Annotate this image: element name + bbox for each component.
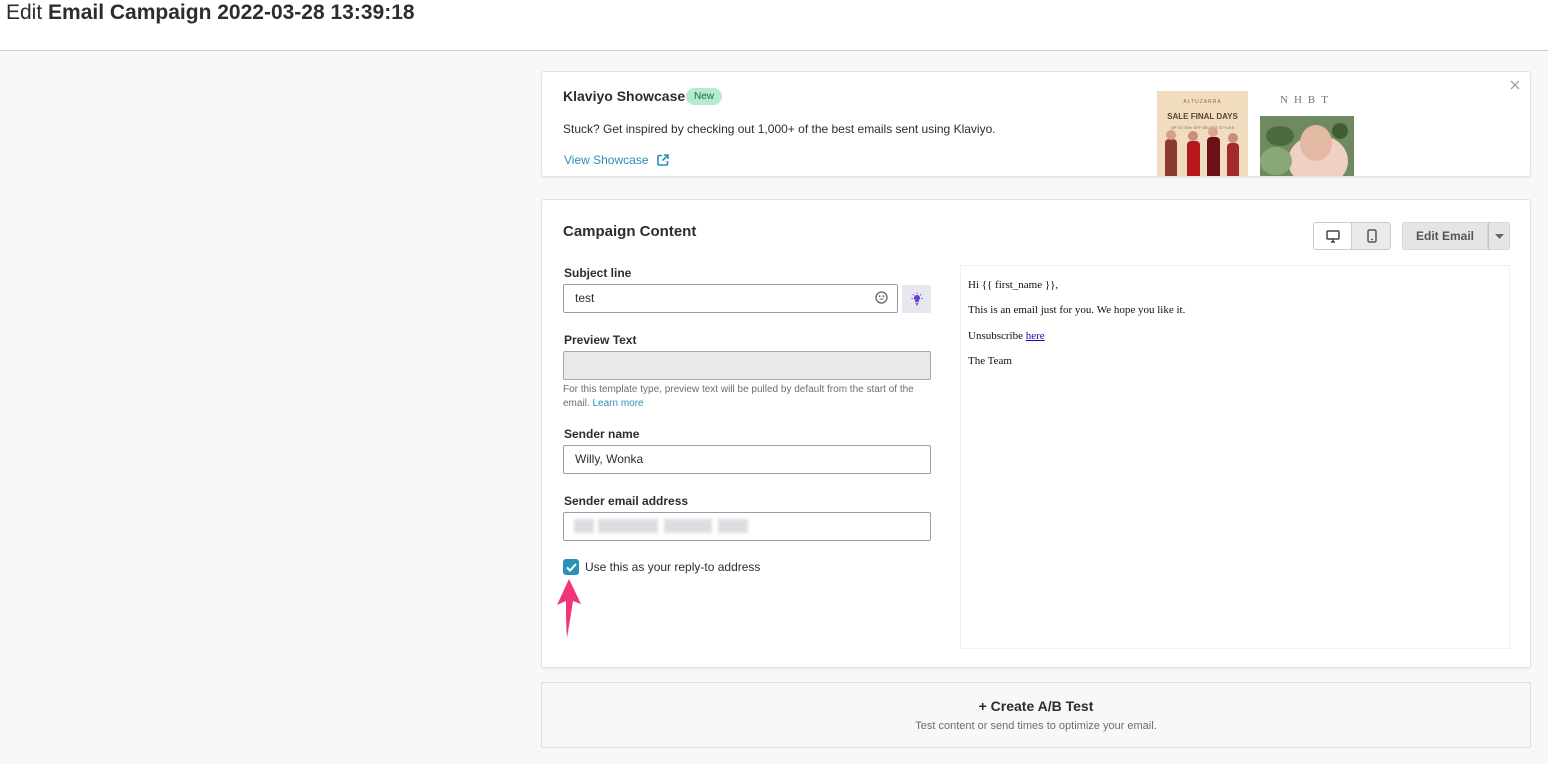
thumb-floral-image [1260,116,1354,176]
reply-to-checkbox[interactable] [563,559,579,575]
lightbulb-icon [911,292,922,306]
campaign-content-title: Campaign Content [563,223,697,240]
showcase-thumbnail-sale[interactable]: ALTUZARRA SALE FINAL DAYS UP TO 70% OFF … [1157,91,1248,176]
preview-text-label: Preview Text [564,333,637,347]
email-unsubscribe: Unsubscribe here [968,330,1045,342]
learn-more-link[interactable]: Learn more [592,398,643,409]
edit-email-button[interactable]: Edit Email [1402,222,1488,250]
desktop-preview-button[interactable] [1314,223,1352,249]
sender-name-input[interactable]: Willy, Wonka [563,445,931,474]
redacted-email [574,519,764,533]
preview-text-helper: For this template type, preview text wil… [563,383,933,411]
email-preview-pane: Hi {{ first_name }}, This is an email ju… [960,265,1510,649]
page-title: Edit Email Campaign 2022-03-28 13:39:18 [6,0,415,26]
caret-down-icon [1494,233,1504,239]
subject-line-label: Subject line [564,266,632,280]
subject-line-input[interactable]: test [563,284,898,313]
desktop-icon [1325,229,1340,243]
showcase-banner: Klaviyo Showcase New Stuck? Get inspired… [541,71,1531,177]
unsubscribe-link[interactable]: here [1026,330,1045,342]
mobile-icon [1366,229,1377,243]
showcase-description: Stuck? Get inspired by checking out 1,00… [563,122,996,136]
view-showcase-label: View Showcase [564,153,649,167]
checkmark-icon [565,562,577,572]
showcase-thumbnail-nhbt[interactable]: NHBT [1258,91,1356,176]
thumb-models-image [1165,127,1239,176]
showcase-title: Klaviyo Showcase [563,88,686,104]
email-greeting: Hi {{ first_name }}, [968,279,1059,291]
unsubscribe-text: Unsubscribe [968,330,1023,342]
external-link-icon [656,154,669,166]
edit-email-dropdown[interactable] [1488,222,1510,250]
page-header: Edit Email Campaign 2022-03-28 13:39:18 [0,0,1548,51]
emoji-icon[interactable] [875,291,888,304]
create-ab-test-button[interactable]: + Create A/B Test Test content or send t… [541,682,1531,748]
email-signoff: The Team [968,355,1012,367]
mobile-preview-button[interactable] [1352,223,1390,249]
new-badge: New [686,88,723,105]
close-icon[interactable] [1508,78,1522,92]
subject-ideas-button[interactable] [902,285,931,313]
page-title-prefix: Edit [6,1,43,24]
annotation-arrow-icon [557,579,581,638]
email-body: This is an email just for you. We hope y… [968,304,1186,316]
ab-test-title: + Create A/B Test [978,698,1094,714]
campaign-content-card: Campaign Content Edit Email Subject line… [541,199,1531,668]
sender-email-input[interactable] [563,512,931,541]
page-title-campaign-name: Email Campaign 2022-03-28 13:39:18 [48,1,415,24]
view-showcase-link[interactable]: View Showcase [564,153,669,167]
reply-to-label: Use this as your reply-to address [585,560,761,574]
sender-name-label: Sender name [564,427,640,441]
sender-email-label: Sender email address [564,494,689,508]
preview-text-input [563,351,931,380]
device-preview-toggle [1313,222,1391,250]
ab-test-subtitle: Test content or send times to optimize y… [915,720,1157,732]
